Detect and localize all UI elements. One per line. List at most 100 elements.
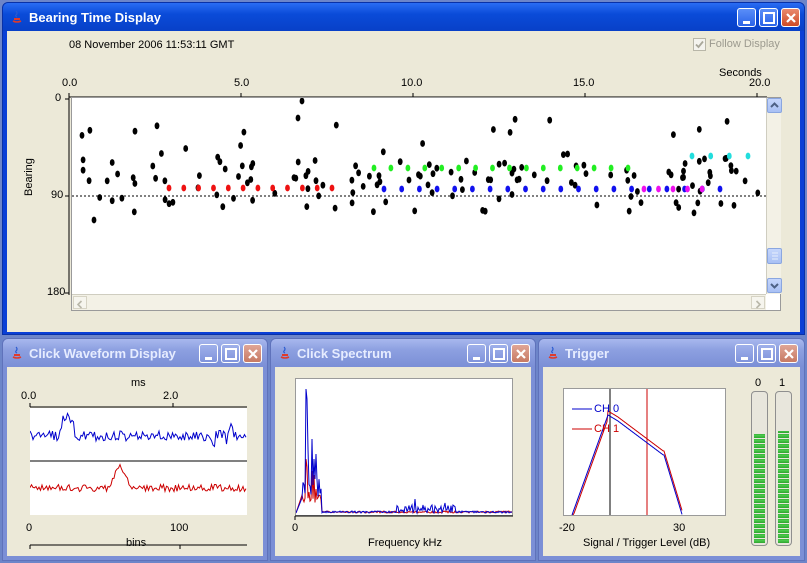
minimize-button[interactable] <box>737 8 756 27</box>
window-title: Click Waveform Display <box>29 346 176 361</box>
click-dot <box>668 171 674 179</box>
click-dot <box>91 216 97 224</box>
click-dot <box>561 151 566 158</box>
click-dot-green <box>591 164 597 172</box>
click-dot <box>696 157 702 165</box>
click-dot <box>695 199 701 207</box>
click-dot <box>491 126 496 133</box>
click-dot-blue <box>381 185 387 193</box>
close-button[interactable] <box>511 344 530 363</box>
click-dot <box>502 159 507 167</box>
click-dot <box>626 207 632 215</box>
click-dot <box>162 177 168 185</box>
vertical-scrollbar[interactable] <box>766 98 782 294</box>
click-dot <box>104 177 110 185</box>
waveform-traces <box>30 411 247 494</box>
click-dot <box>304 203 310 210</box>
bearing-time-titlebar[interactable]: Bearing Time Display <box>3 3 804 31</box>
click-dot-cyan <box>708 152 714 160</box>
click-dot <box>131 208 137 216</box>
level-meter-ch1 <box>775 391 792 546</box>
scroll-up-button[interactable] <box>767 98 782 113</box>
bearing-plot[interactable] <box>71 97 782 311</box>
click-dot <box>166 200 172 208</box>
minimize-button[interactable] <box>735 344 754 363</box>
click-dot <box>80 156 86 164</box>
click-dot <box>397 158 403 166</box>
click-dot <box>299 98 305 105</box>
click-dot-green <box>473 164 478 172</box>
trigger-titlebar[interactable]: Trigger <box>539 339 804 367</box>
bottom-tick-0: 0 <box>26 522 33 534</box>
click-dot <box>374 181 380 189</box>
click-dot-red <box>225 184 231 192</box>
grip-icon <box>772 252 778 260</box>
click-dot <box>367 172 372 180</box>
click-dot <box>316 192 322 200</box>
click-dot <box>673 199 679 207</box>
click-dot-red <box>329 184 335 192</box>
click-dot-blue <box>505 185 511 193</box>
waveform-ch0 <box>30 411 247 448</box>
legend-ch1: CH 1 <box>594 423 620 435</box>
click-dot-blue <box>540 185 546 193</box>
click-dot-red <box>240 184 246 192</box>
click-dot <box>519 164 525 171</box>
close-button[interactable] <box>781 8 800 27</box>
click-dot-red <box>211 184 216 192</box>
click-dot-green <box>574 164 580 172</box>
scroll-left-button[interactable] <box>73 296 87 309</box>
click-dot <box>681 173 686 181</box>
click-dot <box>349 199 355 207</box>
click-dot <box>733 167 739 175</box>
scroll-right-button[interactable] <box>751 296 765 309</box>
click-dot <box>406 176 412 184</box>
minimize-button[interactable] <box>467 344 486 363</box>
minimize-icon <box>205 357 212 360</box>
level-meter-ch0 <box>751 391 768 546</box>
spectrum-titlebar[interactable]: Click Spectrum <box>271 339 535 367</box>
y-tick-0: 0 <box>55 92 62 104</box>
maximize-button[interactable] <box>757 344 776 363</box>
click-dot <box>480 207 485 214</box>
click-dot <box>512 115 518 123</box>
x-tick-0: 0.0 <box>62 77 78 89</box>
maximize-button[interactable] <box>759 8 778 27</box>
maximize-icon <box>763 12 775 24</box>
click-dot <box>320 181 326 189</box>
maximize-button[interactable] <box>489 344 508 363</box>
click-dot <box>671 131 676 138</box>
horizontal-scrollbar[interactable] <box>72 294 766 310</box>
scroll-thumb[interactable] <box>767 248 782 264</box>
minimize-icon <box>473 357 480 360</box>
click-dot <box>496 195 502 203</box>
x-tick-3: 15.0 <box>573 77 595 89</box>
click-dot-blue <box>399 185 405 193</box>
click-dot <box>594 201 600 209</box>
close-button[interactable] <box>243 344 262 363</box>
click-dot <box>371 208 376 216</box>
click-dot <box>458 175 464 183</box>
x-tick-4: 20.0 <box>749 77 771 89</box>
click-dot-magenta <box>685 185 690 193</box>
click-dot <box>162 196 168 204</box>
click-dot <box>691 209 697 217</box>
scroll-down-button[interactable] <box>767 278 782 293</box>
click-dot-red <box>300 184 305 192</box>
click-dot <box>109 197 115 205</box>
click-dot-blue <box>576 185 581 193</box>
click-dot <box>313 177 319 185</box>
click-dot <box>430 170 436 178</box>
click-dot <box>682 160 688 167</box>
minimize-button[interactable] <box>199 344 218 363</box>
x-tick-0: -20 <box>559 522 575 534</box>
close-button[interactable] <box>779 344 798 363</box>
waveform-ch1 <box>30 463 247 494</box>
maximize-button[interactable] <box>221 344 240 363</box>
click-dot <box>236 173 241 180</box>
click-dot <box>250 196 256 204</box>
trigger-plot[interactable]: CH 0 CH 1 <box>563 388 726 516</box>
click-dot <box>565 150 570 158</box>
waveform-plot[interactable] <box>30 408 247 515</box>
waveform-titlebar[interactable]: Click Waveform Display <box>3 339 267 367</box>
